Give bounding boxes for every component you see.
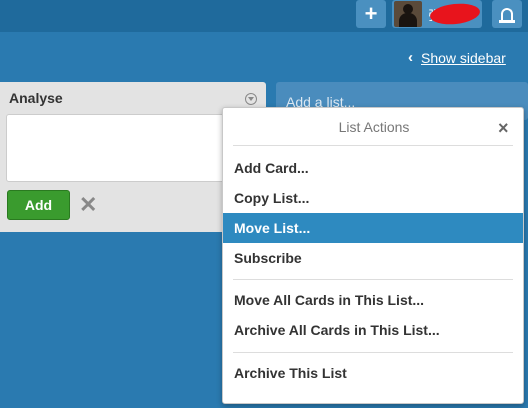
cancel-icon[interactable]: ✕ xyxy=(79,194,97,216)
list-actions-popover: List Actions × Add Card... Copy List... … xyxy=(222,107,524,404)
list-title[interactable]: Analyse xyxy=(9,90,63,106)
menu-item-add-card[interactable]: Add Card... xyxy=(223,153,523,183)
show-sidebar-label: Show sidebar xyxy=(421,49,506,66)
divider xyxy=(233,145,513,146)
menu-item-archive-list[interactable]: Archive This List xyxy=(223,358,523,388)
avatar xyxy=(394,1,422,27)
show-sidebar-link[interactable]: ‹ Show sidebar xyxy=(408,49,506,66)
menu-item-archive-all-cards[interactable]: Archive All Cards in This List... xyxy=(223,315,523,345)
plus-icon: + xyxy=(364,1,378,26)
add-card-button[interactable]: Add xyxy=(7,190,70,220)
add-button[interactable]: + xyxy=(356,0,386,28)
bell-icon xyxy=(499,8,515,23)
list-menu-icon[interactable] xyxy=(245,93,257,105)
menu-item-copy-list[interactable]: Copy List... xyxy=(223,183,523,213)
top-header-bar: + 张 xyxy=(0,0,528,32)
menu-item-subscribe[interactable]: Subscribe xyxy=(223,243,523,273)
menu-item-move-all-cards[interactable]: Move All Cards in This List... xyxy=(223,285,523,315)
notifications-button[interactable] xyxy=(492,0,522,28)
chevron-left-icon: ‹ xyxy=(408,49,413,66)
popover-title: List Actions xyxy=(338,119,410,135)
close-icon[interactable]: × xyxy=(498,118,509,139)
card-title-textarea[interactable] xyxy=(6,114,258,182)
divider xyxy=(233,279,513,280)
divider xyxy=(233,352,513,353)
menu-item-move-list[interactable]: Move List... xyxy=(223,213,523,243)
